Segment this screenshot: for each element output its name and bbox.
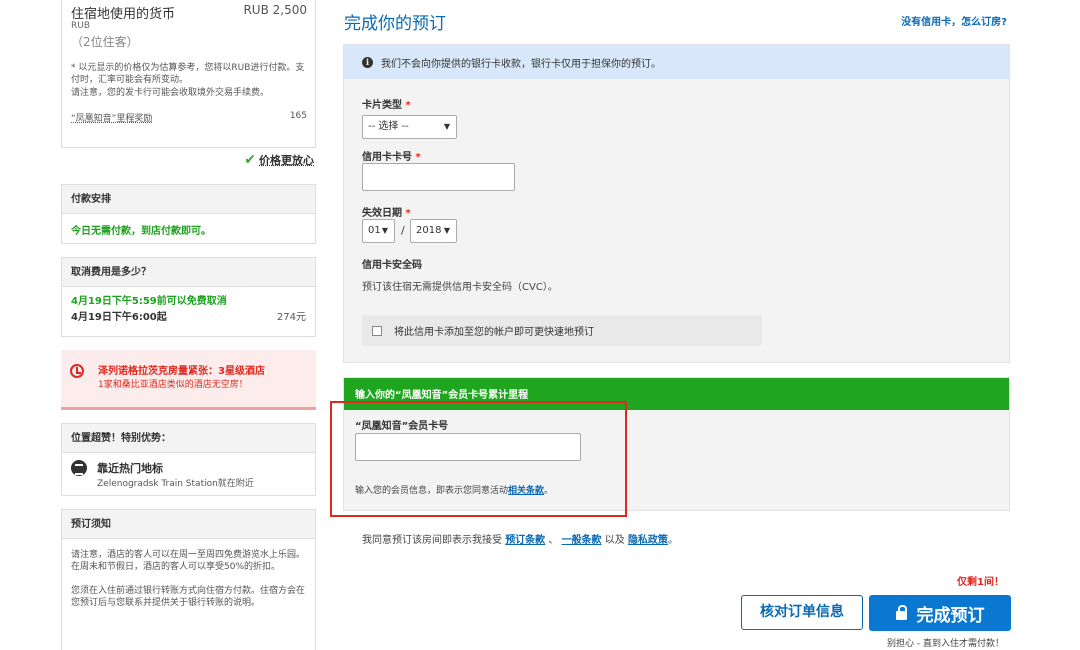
alert-line1: 泽列诺格拉茨克房量紧张：3星级酒店	[98, 366, 265, 377]
price-summary-box: 住宿地使用的货币 RUB 2,500 RUB （2位住客） * 以元显示的价格仅…	[61, 0, 316, 148]
expiry-separator: /	[401, 224, 405, 237]
lock-icon	[895, 605, 907, 620]
privacy-policy-link[interactable]: 隐私政策	[628, 535, 668, 546]
info-text: 我们不会向你提供的银行卡收款，银行卡仅用于担保你的预订。	[381, 58, 661, 70]
scarcity-alert: 泽列诺格拉茨克房量紧张：3星级酒店 1家和桑比亚酒店类似的酒店无空房！	[61, 350, 316, 410]
payment-panel-title: 付款安排	[62, 185, 315, 214]
alarm-clock-icon	[70, 364, 84, 378]
credit-card-form: i 我们不会向你提供的银行卡收款，银行卡仅用于担保你的预订。 卡片类型 * --…	[343, 44, 1010, 363]
booking-summary-sidebar: 住宿地使用的货币 RUB 2,500 RUB （2位住客） * 以元显示的价格仅…	[61, 0, 316, 650]
price-assured-label: 价格更放心	[259, 154, 314, 167]
notice-panel-title: 预订须知	[62, 510, 315, 539]
expiry-month-value: 01	[368, 225, 381, 236]
chevron-down-icon: ▼	[443, 122, 450, 131]
currency-code: RUB	[71, 21, 91, 31]
cancellation-panel-title: 取消费用是多少？	[62, 258, 315, 287]
info-icon: i	[362, 56, 373, 68]
fee-note: 请注意，您的发卡行可能会收取境外交易手续费。	[71, 88, 270, 98]
card-number-input[interactable]	[362, 163, 515, 191]
save-card-checkbox[interactable]	[372, 325, 382, 336]
expiry-year-select[interactable]: 2018 ▼	[410, 219, 457, 243]
page-title: 完成你的预订	[344, 14, 446, 34]
no-credit-card-link[interactable]: 没有信用卡，怎么订房?	[901, 13, 1007, 28]
currency-label: 住宿地使用的货币	[71, 7, 176, 22]
card-type-select[interactable]: -- 选择 -- ▼	[362, 115, 457, 139]
save-card-option[interactable]: 将此信用卡添加至您的帐户即可更快速地预订	[362, 315, 762, 346]
landmark-title: 靠近热门地标	[97, 462, 163, 475]
landmark-sub: Zelenogradsk Train Station就在附近	[97, 479, 254, 489]
general-terms-link[interactable]: 一般条款	[562, 535, 602, 546]
free-cancel-text: 4月19日下午5:59前可以免费取消	[71, 296, 227, 307]
currency-note: * 以元显示的价格仅为估算参考，您将以RUB进行付款。支付时，汇率可能会有所变动…	[71, 63, 305, 85]
payment-text: 今日无需付款，到店付款即可。	[71, 226, 211, 237]
location-panel-title: 位置超赞！特别优势：	[62, 424, 315, 453]
cancellation-panel: 取消费用是多少？ 4月19日下午5:59前可以免费取消 4月19日下午6:00起…	[61, 257, 316, 337]
expiry-label: 失效日期 *	[362, 208, 411, 219]
reward-label-link[interactable]: “凤凰知音”里程奖励	[71, 111, 152, 124]
cancel-fee-date: 4月19日下午6:00起	[71, 312, 167, 323]
price-assured[interactable]: ✔ 价格更放心	[61, 152, 314, 168]
pay-later-note: 别担心 - 直到入住才需付款！	[887, 639, 1004, 649]
landmark-icon	[71, 460, 87, 476]
notice-paragraph-2: 您须在入住前通过银行转账方式向住宿方付款。住宿方会在您预订后与您联系并提供关于银…	[71, 586, 306, 608]
rooms-left-badge: 仅剩1间！	[957, 577, 1004, 588]
reward-row: “凤凰知音”里程奖励 165	[71, 111, 307, 128]
alert-line2: 1家和桑比亚酒店类似的酒店无空房！	[98, 380, 248, 390]
card-number-label: 信用卡卡号 *	[362, 152, 421, 163]
expiry-month-select[interactable]: 01 ▼	[362, 219, 395, 243]
notice-paragraph-1: 请注意，酒店的客人可以在周一至周四免费游览水上乐园。在周末和节假日，酒店的客人可…	[71, 550, 306, 572]
payment-arrangement-panel: 付款安排 今日无需付款，到店付款即可。	[61, 184, 316, 244]
highlight-annotation-box	[330, 401, 627, 517]
review-order-button[interactable]: 核对订单信息	[741, 595, 863, 630]
info-bar: i 我们不会向你提供的银行卡收款，银行卡仅用于担保你的预订。	[344, 45, 1009, 79]
card-type-label: 卡片类型 *	[362, 100, 411, 111]
location-panel: 位置超赞！特别优势： 靠近热门地标 Zelenogradsk Train Sta…	[61, 423, 316, 496]
currency-row: 住宿地使用的货币 RUB 2,500	[71, 3, 307, 22]
checkmark-icon: ✔	[244, 152, 256, 168]
cancel-fee-row: 4月19日下午6:00起 274元	[71, 310, 306, 326]
cancel-fee-amount: 274元	[276, 312, 306, 323]
cvc-note: 预订该住宿无需提供信用卡安全码（CVC）。	[362, 282, 558, 293]
booking-terms-link[interactable]: 预订条款	[505, 535, 545, 546]
booking-notice-panel: 预订须知 请注意，酒店的客人可以在周一至周四免费游览水上乐园。在周末和节假日，酒…	[61, 509, 316, 650]
complete-booking-label: 完成预订	[916, 605, 985, 626]
guest-count: （2位住客）	[71, 35, 139, 49]
agreement-text: 我同意预订该房间即表示我接受 预订条款 、 一般条款 以及 隐私政策。	[362, 535, 678, 546]
cvc-label: 信用卡安全码	[362, 260, 422, 271]
currency-amount: RUB 2,500	[243, 3, 307, 17]
reward-value: 165	[289, 111, 307, 121]
expiry-year-value: 2018	[416, 225, 442, 236]
chevron-down-icon: ▼	[381, 226, 388, 235]
complete-booking-button[interactable]: 完成预订	[869, 595, 1011, 631]
card-type-value: -- 选择 --	[368, 121, 409, 132]
chevron-down-icon: ▼	[443, 226, 450, 235]
save-card-label: 将此信用卡添加至您的帐户即可更快速地预订	[394, 327, 594, 338]
